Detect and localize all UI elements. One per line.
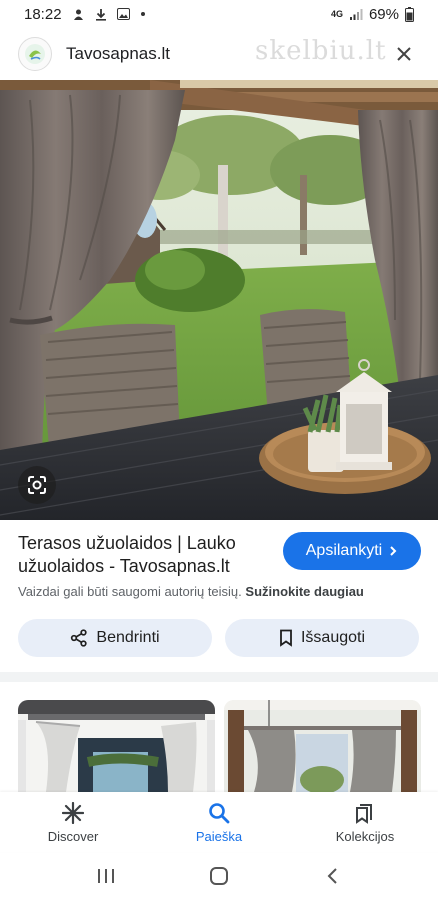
nav-discover-label: Discover — [47, 828, 99, 844]
site-logo-icon[interactable] — [18, 37, 52, 71]
share-icon — [71, 629, 88, 647]
network-type: 4G — [330, 8, 343, 19]
save-button[interactable]: Išsaugoti — [225, 619, 419, 657]
system-navigation-bar — [0, 852, 438, 900]
related-image-1[interactable] — [18, 700, 215, 792]
site-name[interactable]: Tavosapnas.lt — [66, 44, 170, 64]
bookmark-icon — [280, 629, 292, 647]
lens-icon — [28, 476, 46, 494]
nav-search[interactable]: Paieška — [146, 792, 292, 852]
nav-collections[interactable]: Kolekcijos — [292, 792, 438, 852]
battery-level: 69% — [368, 5, 399, 23]
share-button[interactable]: Bendrinti — [18, 619, 212, 657]
dot-icon — [140, 11, 146, 17]
image-icon — [116, 8, 130, 20]
result-image[interactable] — [0, 80, 438, 520]
related-image-2[interactable] — [224, 700, 421, 792]
nav-discover[interactable]: Discover — [0, 792, 146, 852]
section-divider — [0, 672, 438, 682]
home-button[interactable] — [199, 861, 239, 891]
back-button[interactable] — [312, 861, 352, 891]
asterisk-icon — [62, 801, 84, 825]
battery-icon — [405, 6, 414, 22]
page-header: Tavosapnas.lt skelbiu.lt — [0, 28, 438, 80]
search-icon — [208, 801, 230, 825]
recent-apps-icon — [98, 869, 115, 883]
result-title[interactable]: Terasos užuolaidos | Lauko užuolaidos - … — [18, 532, 268, 578]
visit-button[interactable]: Apsilankyti — [283, 532, 421, 570]
nav-collections-label: Kolekcijos — [335, 828, 395, 844]
close-button[interactable] — [388, 38, 420, 70]
watermark: skelbiu.lt — [255, 36, 387, 66]
result-title-area: Terasos užuolaidos | Lauko užuolaidos - … — [18, 532, 268, 578]
share-label: Bendrinti — [96, 629, 160, 646]
status-time: 18:22 — [24, 5, 62, 23]
lens-search-button[interactable] — [18, 466, 56, 504]
save-label: Išsaugoti — [300, 629, 366, 646]
nav-search-label: Paieška — [195, 828, 243, 844]
back-icon — [327, 868, 337, 884]
chevron-right-icon — [390, 546, 397, 556]
download-icon — [95, 8, 107, 21]
collections-icon — [354, 801, 376, 825]
recent-apps-button[interactable] — [86, 861, 126, 891]
disclaimer-text: Vaizdai gali būti saugomi autorių teisių… — [18, 584, 242, 599]
copyright-disclaimer: Vaizdai gali būti saugomi autorių teisių… — [18, 584, 428, 599]
signal-icon — [349, 8, 363, 21]
notification-app-icon — [72, 8, 85, 21]
home-icon — [209, 867, 228, 885]
status-bar: 18:22 4G 69% — [0, 0, 438, 28]
learn-more-link[interactable]: Sužinokite daugiau — [245, 584, 363, 599]
close-icon — [397, 47, 411, 61]
bottom-navigation: Discover Paieška Kolekcijos — [0, 792, 438, 852]
visit-label: Apsilankyti — [305, 542, 383, 559]
